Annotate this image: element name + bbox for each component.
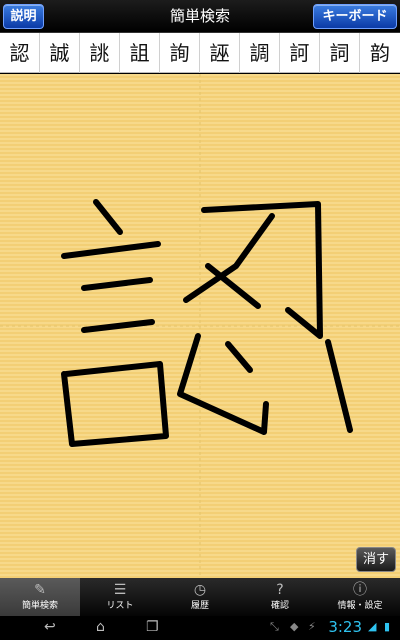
question-icon: ?: [276, 582, 284, 598]
usb-icon: ⚡: [308, 620, 316, 633]
stroke: [93, 199, 123, 235]
wifi-icon: ◢: [368, 620, 377, 633]
android-icon: ◆: [290, 620, 299, 633]
stroke: [325, 339, 353, 433]
info-icon: ⓘ: [353, 582, 367, 598]
keyboard-button[interactable]: キーボード: [313, 4, 397, 29]
tab-simple-search[interactable]: ✎ 簡単検索: [0, 578, 80, 616]
stroke: [81, 277, 153, 291]
tab-label: 確認: [270, 601, 289, 611]
back-icon[interactable]: ↩: [44, 619, 56, 635]
top-nav-bar: 説明 簡単検索 キーボード: [0, 0, 400, 33]
candidate-item[interactable]: 詞: [320, 33, 360, 73]
handwritten-strokes: [61, 199, 353, 447]
stroke: [183, 213, 275, 303]
candidate-item[interactable]: 詛: [120, 33, 160, 73]
pencil-icon: ✎: [34, 582, 46, 598]
handwriting-canvas: [0, 74, 400, 578]
stroke: [201, 201, 323, 339]
candidate-item[interactable]: 誣: [200, 33, 240, 73]
clear-button[interactable]: 消す: [356, 547, 396, 572]
candidate-item[interactable]: 誂: [80, 33, 120, 73]
stroke: [61, 361, 169, 447]
status-time: 3:23: [328, 618, 362, 636]
handwriting-pad[interactable]: 消す: [0, 74, 400, 578]
tab-label: 履歴: [190, 601, 209, 611]
home-icon[interactable]: ⌂: [96, 619, 105, 635]
candidate-item[interactable]: 認: [0, 33, 40, 73]
tab-label: 情報・設定: [337, 601, 383, 611]
candidate-item[interactable]: 韵: [360, 33, 400, 73]
recent-apps-icon[interactable]: ❐: [146, 619, 159, 635]
bottom-tab-bar: ✎ 簡単検索 ☰ リスト ◷ 履歴 ? 確認 ⓘ 情報・設定: [0, 578, 400, 616]
tab-history[interactable]: ◷ 履歴: [160, 578, 240, 616]
stroke: [225, 341, 253, 373]
list-icon: ☰: [113, 582, 127, 598]
tab-list[interactable]: ☰ リスト: [80, 578, 160, 616]
system-bar: ↩ ⌂ ❐ ⤡ ◆ ⚡ 3:23 ◢ ▮: [0, 616, 400, 640]
candidate-item[interactable]: 調: [240, 33, 280, 73]
clock-icon: ◷: [193, 582, 207, 598]
candidate-item[interactable]: 詢: [160, 33, 200, 73]
stroke: [177, 333, 269, 435]
stroke: [205, 263, 261, 309]
tab-label: リスト: [106, 601, 134, 611]
candidate-item[interactable]: 訶: [280, 33, 320, 73]
candidate-item[interactable]: 誠: [40, 33, 80, 73]
stroke: [61, 241, 161, 259]
stroke: [81, 319, 155, 333]
fullscreen-icon: ⤡: [270, 620, 279, 633]
battery-icon: ▮: [384, 620, 391, 633]
candidate-list: 認 誠 誂 詛 詢 誣 調 訶 詞 韵: [0, 33, 400, 73]
tab-info-settings[interactable]: ⓘ 情報・設定: [320, 578, 400, 616]
tab-label: 簡単検索: [21, 601, 58, 611]
tab-confirm[interactable]: ? 確認: [240, 578, 320, 616]
